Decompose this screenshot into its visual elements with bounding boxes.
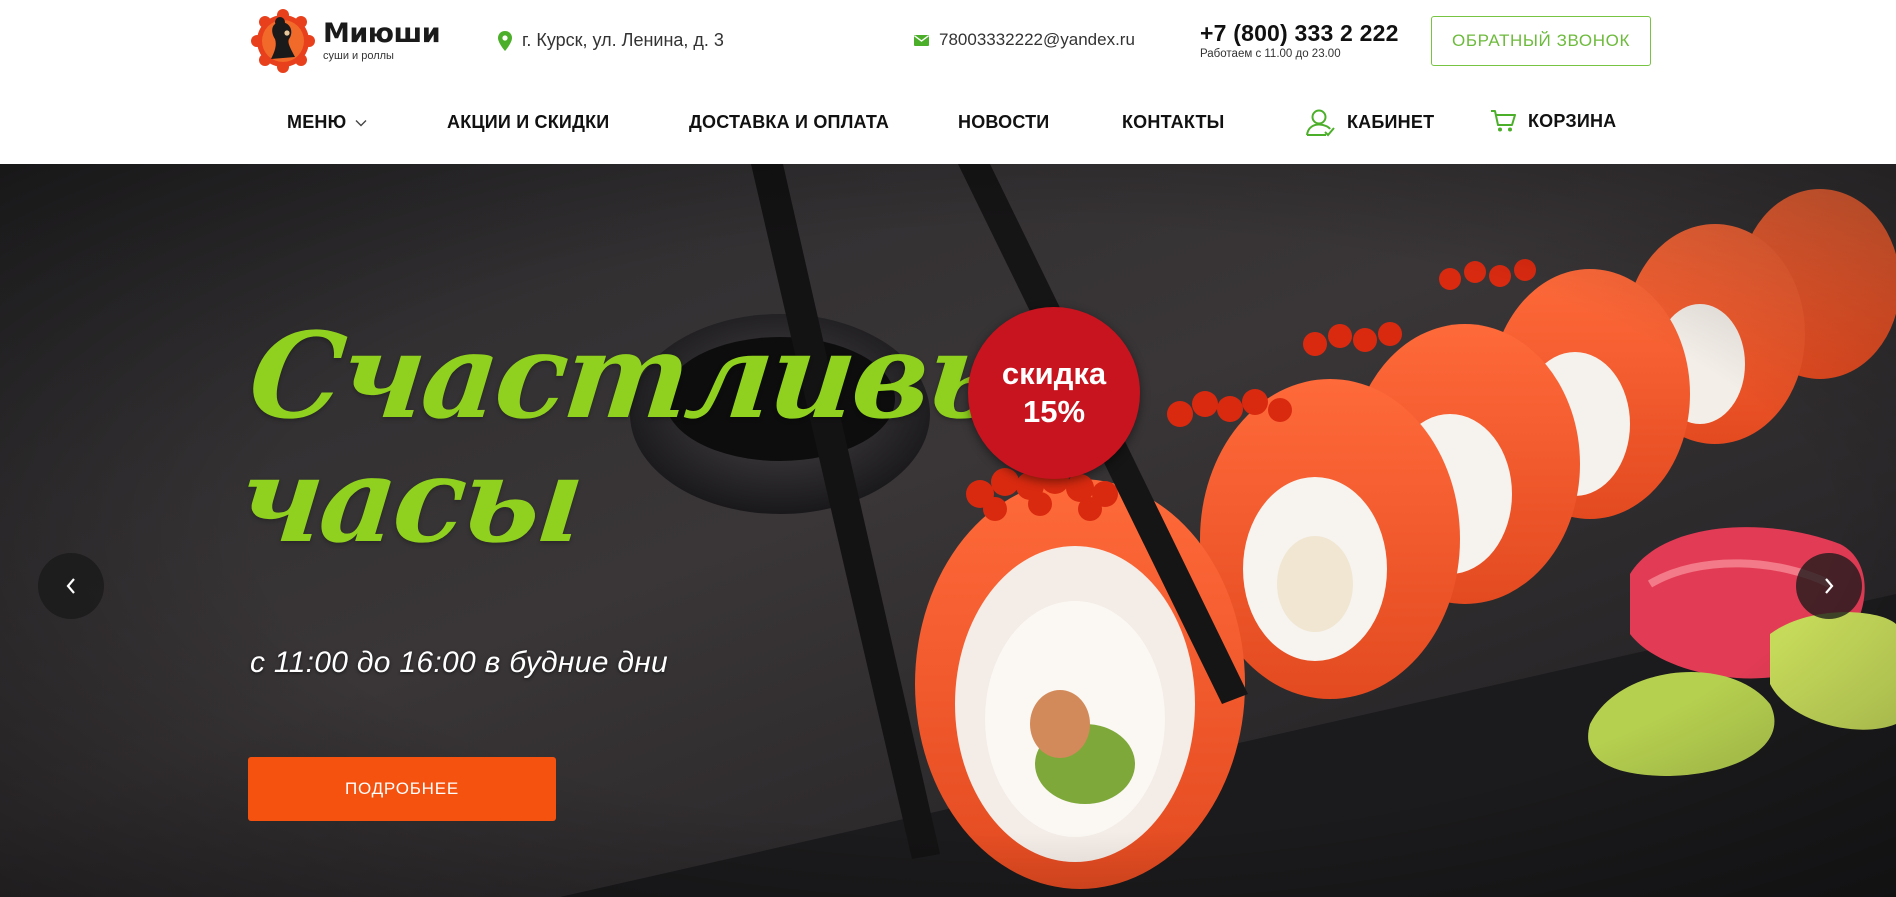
nav-cart[interactable]: КОРЗИНА xyxy=(1490,109,1616,133)
discount-badge-label: скидка xyxy=(1001,356,1107,391)
phone-number[interactable]: +7 (800) 333 2 222 xyxy=(1200,20,1399,47)
header-top-bar: Миюши суши и роллы г. Курск, ул. Ленина,… xyxy=(0,0,1896,82)
logo[interactable]: Миюши суши и роллы xyxy=(251,9,451,73)
email-text[interactable]: 78003332222@yandex.ru xyxy=(939,30,1135,50)
phone-block: +7 (800) 333 2 222 Работаем с 11.00 до 2… xyxy=(1200,20,1399,60)
main-nav: МЕНЮ АКЦИИ И СКИДКИ ДОСТАВКА И ОПЛАТА НО… xyxy=(0,82,1896,164)
nav-cabinet-label: КАБИНЕТ xyxy=(1347,111,1435,132)
hero-title-line2: часы xyxy=(232,430,588,569)
logo-text: Миюши суши и роллы xyxy=(323,18,441,63)
map-pin-icon xyxy=(498,30,512,51)
hero-slider: Счастливые часы скидка 15% с 11:00 до 16… xyxy=(0,164,1896,897)
nav-promos[interactable]: АКЦИИ И СКИДКИ xyxy=(447,112,609,133)
discount-badge: скидка 15% xyxy=(968,307,1140,479)
chevron-down-icon xyxy=(355,119,367,126)
slider-prev-button[interactable] xyxy=(38,553,104,619)
nav-menu-label: МЕНЮ xyxy=(287,112,347,132)
nav-contacts[interactable]: КОНТАКТЫ xyxy=(1122,112,1225,133)
slider-next-button[interactable] xyxy=(1796,553,1862,619)
email[interactable]: 78003332222@yandex.ru xyxy=(914,30,1135,50)
brand-name: Миюши xyxy=(323,18,441,49)
callback-button[interactable]: ОБРАТНЫЙ ЗВОНОК xyxy=(1431,16,1651,66)
envelope-icon xyxy=(914,34,929,46)
address: г. Курск, ул. Ленина, д. 3 xyxy=(498,30,724,51)
nav-menu[interactable]: МЕНЮ xyxy=(287,112,367,133)
user-icon xyxy=(1306,109,1335,137)
working-hours: Работаем с 11.00 до 23.00 xyxy=(1200,48,1341,60)
chevron-left-icon xyxy=(66,578,75,594)
logo-emblem xyxy=(251,9,315,73)
cart-icon xyxy=(1491,110,1516,132)
discount-badge-value: 15% xyxy=(1022,394,1086,429)
more-button[interactable]: ПОДРОБНЕЕ xyxy=(248,757,556,821)
nav-cart-label: КОРЗИНА xyxy=(1528,110,1617,131)
chevron-right-icon xyxy=(1825,578,1834,594)
nav-delivery[interactable]: ДОСТАВКА И ОПЛАТА xyxy=(689,112,889,133)
brand-tagline: суши и роллы xyxy=(323,50,394,62)
hero-subtitle: с 11:00 до 16:00 в будние дни xyxy=(250,646,669,679)
address-text: г. Курск, ул. Ленина, д. 3 xyxy=(522,30,724,50)
nav-cabinet[interactable]: КАБИНЕТ xyxy=(1305,107,1434,137)
nav-news[interactable]: НОВОСТИ xyxy=(958,112,1049,133)
